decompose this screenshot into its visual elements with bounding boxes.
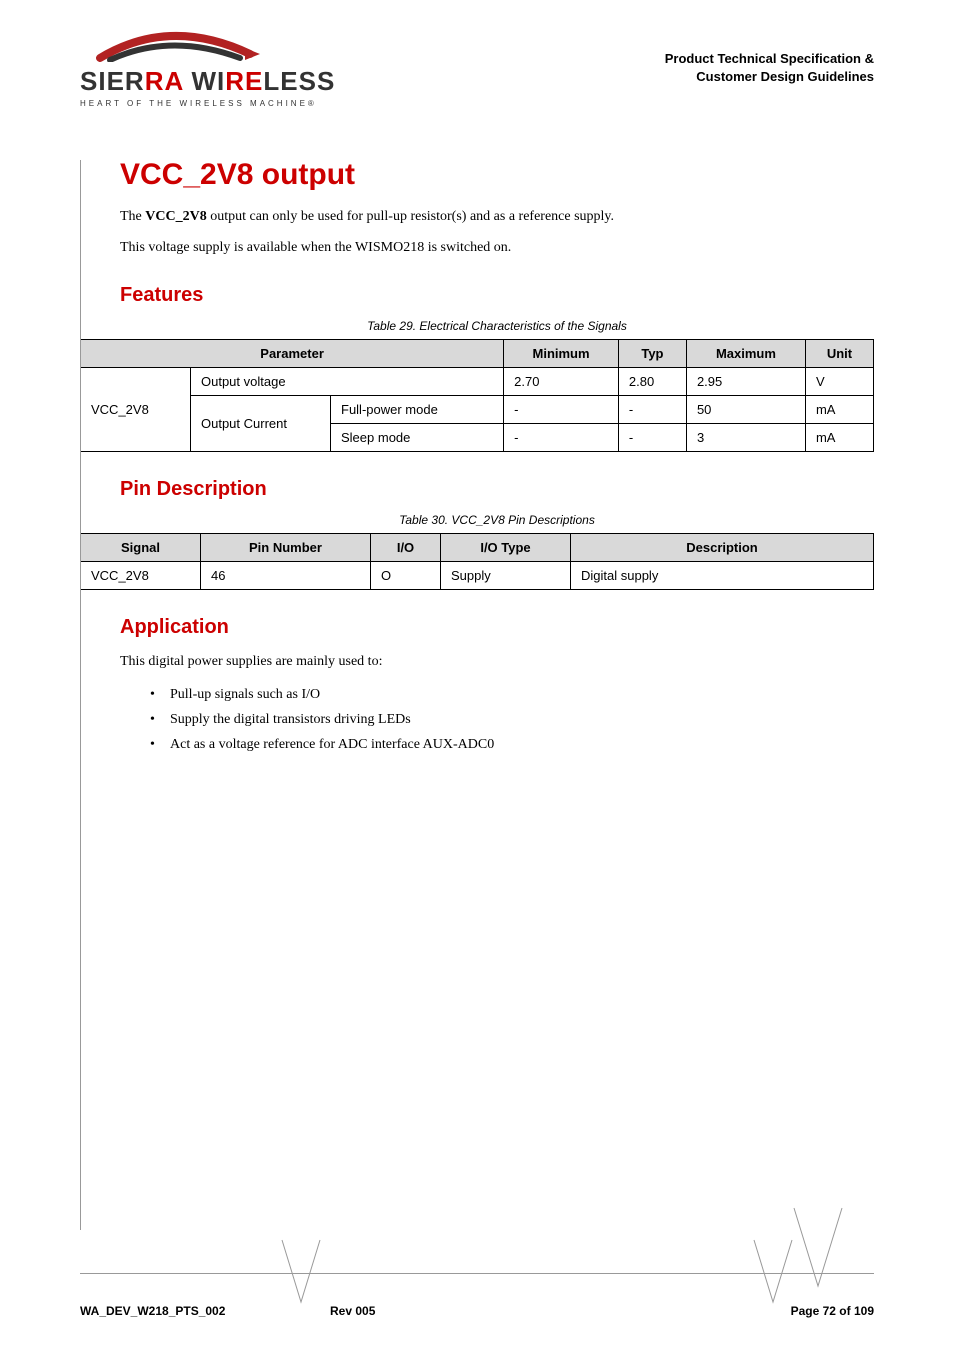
td-signal: VCC_2V8: [81, 562, 201, 590]
logo-part-red: RE: [225, 66, 263, 96]
logo-tagline: HEART OF THE WIRELESS MACHINE®: [80, 99, 317, 108]
td-io: O: [371, 562, 441, 590]
td-output-voltage: Output voltage: [191, 368, 504, 396]
page-header: SIERRA WIRELESS HEART OF THE WIRELESS MA…: [0, 0, 954, 118]
td-min: -: [504, 424, 619, 452]
side-rule: [80, 160, 81, 1230]
table-row: VCC_2V8 Output voltage 2.70 2.80 2.95 V: [81, 368, 874, 396]
footer-left: WA_DEV_W218_PTS_002: [80, 1304, 225, 1318]
th-minimum: Minimum: [504, 340, 619, 368]
footer-rule: [80, 1273, 874, 1274]
td-group: VCC_2V8: [81, 368, 191, 452]
logo-swoosh: [80, 30, 260, 62]
list-item: Supply the digital transistors driving L…: [150, 707, 874, 732]
td-max: 50: [686, 396, 805, 424]
intro1-a: The: [120, 209, 145, 224]
sierra-swoosh-icon: [80, 30, 260, 62]
td-sleep: Sleep mode: [331, 424, 504, 452]
table-row: VCC_2V8 46 O Supply Digital supply: [81, 562, 874, 590]
th-io: I/O: [371, 534, 441, 562]
list-item: Pull-up signals such as I/O: [150, 682, 874, 707]
td-typ: 2.80: [618, 368, 686, 396]
td-min: 2.70: [504, 368, 619, 396]
application-intro: This digital power supplies are mainly u…: [120, 651, 874, 672]
table-29: Parameter Minimum Typ Maximum Unit VCC_2…: [80, 339, 874, 452]
logo-text: SIERRA WIRELESS: [80, 66, 335, 97]
footer-v-icon: [280, 1238, 322, 1306]
list-item: Act as a voltage reference for ADC inter…: [150, 732, 874, 757]
logo-block: SIERRA WIRELESS HEART OF THE WIRELESS MA…: [80, 30, 335, 108]
th-parameter: Parameter: [81, 340, 504, 368]
td-output-current: Output Current: [191, 396, 331, 452]
th-io-type: I/O Type: [441, 534, 571, 562]
application-bullets: Pull-up signals such as I/O Supply the d…: [120, 682, 874, 758]
th-maximum: Maximum: [686, 340, 805, 368]
td-max: 3: [686, 424, 805, 452]
td-unit: mA: [805, 424, 873, 452]
table29-caption: Table 29. Electrical Characteristics of …: [120, 319, 874, 333]
footer-v-icon: [792, 1206, 844, 1290]
td-typ: -: [618, 424, 686, 452]
application-heading: Application: [120, 616, 874, 639]
intro-paragraph-1: The VCC_2V8 output can only be used for …: [120, 206, 874, 227]
td-pin: 46: [201, 562, 371, 590]
footer-center: Rev 005: [330, 1304, 375, 1318]
logo-part-red: RA: [145, 66, 184, 96]
pin-description-heading: Pin Description: [120, 478, 874, 501]
logo-part: WI: [183, 66, 225, 96]
table-row: Output Current Full-power mode - - 50 mA: [81, 396, 874, 424]
features-heading: Features: [120, 284, 874, 307]
page-footer: WA_DEV_W218_PTS_002 Rev 005 Page 72 of 1…: [0, 1304, 954, 1318]
logo-part: LESS: [263, 66, 335, 96]
page-content: VCC_2V8 output The VCC_2V8 output can on…: [0, 118, 954, 758]
header-right-line2: Customer Design Guidelines: [665, 68, 874, 86]
table30-caption: Table 30. VCC_2V8 Pin Descriptions: [120, 513, 874, 527]
td-unit: mA: [805, 396, 873, 424]
th-typ: Typ: [618, 340, 686, 368]
th-pin-number: Pin Number: [201, 534, 371, 562]
page-title: VCC_2V8 output: [120, 158, 874, 192]
td-desc: Digital supply: [571, 562, 874, 590]
intro1-b: VCC_2V8: [145, 209, 206, 224]
td-unit: V: [805, 368, 873, 396]
th-signal: Signal: [81, 534, 201, 562]
intro-paragraph-2: This voltage supply is available when th…: [120, 237, 874, 258]
table-row: Signal Pin Number I/O I/O Type Descripti…: [81, 534, 874, 562]
header-right: Product Technical Specification & Custom…: [665, 30, 874, 86]
th-description: Description: [571, 534, 874, 562]
th-unit: Unit: [805, 340, 873, 368]
table-row: Parameter Minimum Typ Maximum Unit: [81, 340, 874, 368]
header-right-line1: Product Technical Specification &: [665, 50, 874, 68]
intro1-c: output can only be used for pull-up resi…: [207, 209, 614, 224]
footer-v-icon: [752, 1238, 794, 1306]
td-iotype: Supply: [441, 562, 571, 590]
td-typ: -: [618, 396, 686, 424]
logo-part: SIER: [80, 66, 145, 96]
footer-right: Page 72 of 109: [791, 1304, 874, 1318]
td-max: 2.95: [686, 368, 805, 396]
td-min: -: [504, 396, 619, 424]
table-30: Signal Pin Number I/O I/O Type Descripti…: [80, 533, 874, 590]
td-fullpower: Full-power mode: [331, 396, 504, 424]
